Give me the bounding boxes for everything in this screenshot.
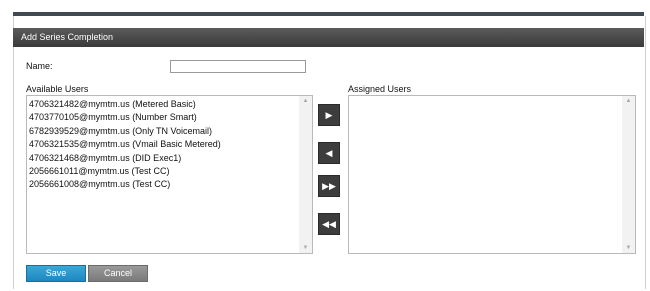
- remove-all-button[interactable]: ◀◀: [318, 213, 340, 235]
- available-users-list[interactable]: 4706321482@mymtm.us (Metered Basic) 4703…: [26, 95, 313, 254]
- available-users-label: Available Users: [26, 84, 89, 94]
- available-users-items: 4706321482@mymtm.us (Metered Basic) 4703…: [29, 98, 221, 192]
- assigned-users-scrollbar[interactable]: ▲ ▼: [622, 96, 635, 253]
- dialog-title: Add Series Completion: [21, 32, 114, 42]
- save-button[interactable]: Save: [26, 265, 86, 282]
- scroll-up-icon[interactable]: ▲: [302, 98, 309, 104]
- double-arrow-right-icon: ▶▶: [322, 181, 336, 191]
- list-item[interactable]: 4706321482@mymtm.us (Metered Basic): [29, 98, 221, 111]
- arrow-right-icon: ▶: [325, 110, 333, 120]
- list-item[interactable]: 2056661008@mymtm.us (Test CC): [29, 178, 221, 191]
- dialog-titlebar: Add Series Completion: [13, 28, 644, 47]
- add-all-button[interactable]: ▶▶: [318, 175, 340, 197]
- assigned-users-list[interactable]: ▲ ▼: [348, 95, 636, 254]
- scroll-up-icon[interactable]: ▲: [625, 98, 632, 104]
- cancel-button[interactable]: Cancel: [88, 265, 148, 282]
- list-item[interactable]: 2056661011@mymtm.us (Test CC): [29, 165, 221, 178]
- remove-selected-button[interactable]: ◀: [318, 142, 340, 164]
- list-item[interactable]: 4703770105@mymtm.us (Number Smart): [29, 111, 221, 124]
- name-input[interactable]: [170, 60, 306, 73]
- name-label: Name:: [26, 61, 53, 71]
- add-selected-button[interactable]: ▶: [318, 104, 340, 126]
- scroll-down-icon[interactable]: ▼: [625, 245, 632, 251]
- available-users-scrollbar[interactable]: ▲ ▼: [299, 96, 312, 253]
- assigned-users-label: Assigned Users: [348, 84, 412, 94]
- list-item[interactable]: 4706321535@mymtm.us (Vmail Basic Metered…: [29, 138, 221, 151]
- arrow-left-icon: ◀: [325, 148, 333, 158]
- list-item[interactable]: 4706321468@mymtm.us (DID Exec1): [29, 152, 221, 165]
- scroll-down-icon[interactable]: ▼: [302, 245, 309, 251]
- double-arrow-left-icon: ◀◀: [322, 219, 336, 229]
- list-item[interactable]: 6782939529@mymtm.us (Only TN Voicemail): [29, 125, 221, 138]
